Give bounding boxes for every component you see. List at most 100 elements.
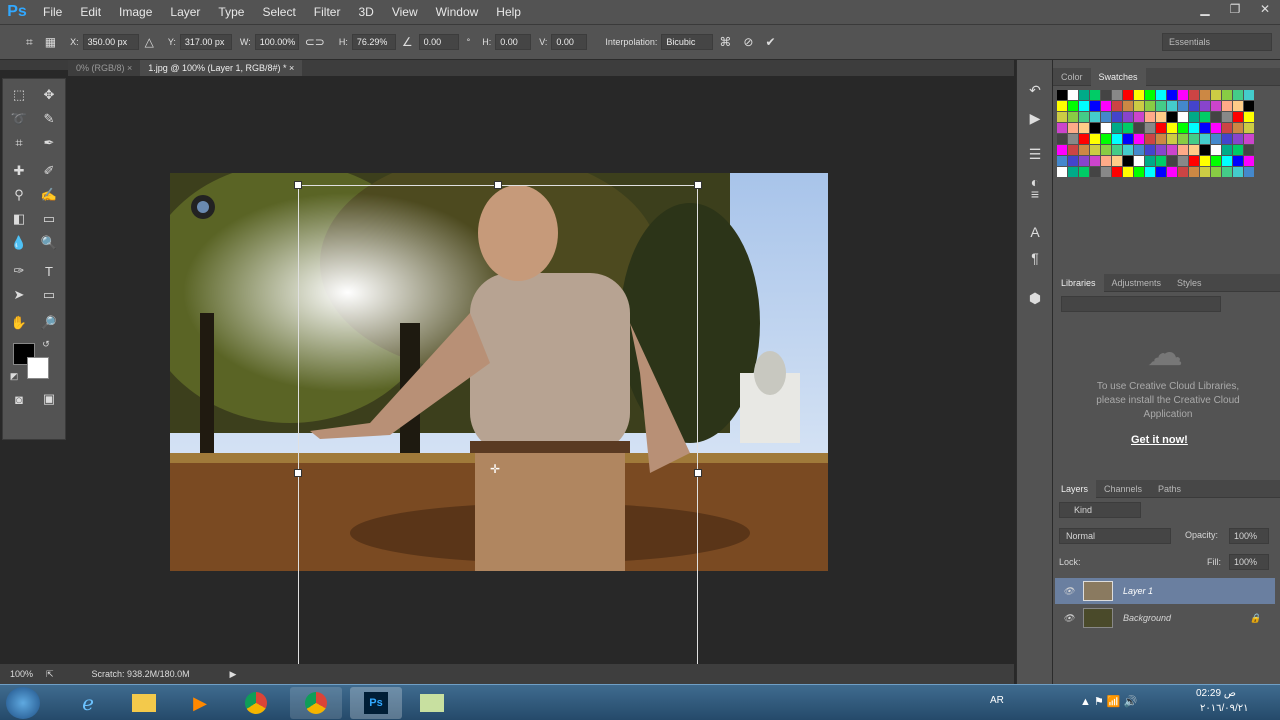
pen-tool-icon[interactable]: ✑ [8,261,30,281]
swatch[interactable] [1090,90,1100,100]
delta-icon[interactable]: △ [145,35,154,49]
swap-colors-icon[interactable]: ↺ [39,337,53,351]
eyedropper-tool-icon[interactable]: ✒ [38,133,60,153]
swatch[interactable] [1244,167,1254,177]
tray-icons[interactable]: ▲ ⚑ 📶 🔊 [1080,695,1137,708]
swatch[interactable] [1200,101,1210,111]
swatch[interactable] [1211,101,1221,111]
tab-channels[interactable]: Channels [1096,480,1150,498]
swatch[interactable] [1189,123,1199,133]
path-select-tool-icon[interactable]: ➤ [8,285,30,305]
swatch[interactable] [1090,134,1100,144]
swatch[interactable] [1200,112,1210,122]
swatch[interactable] [1222,145,1232,155]
swatch[interactable] [1178,134,1188,144]
swatch[interactable] [1233,134,1243,144]
visibility-eye-icon[interactable]: 👁 [1063,586,1083,597]
swatch[interactable] [1123,145,1133,155]
swatch[interactable] [1090,156,1100,166]
gradient-tool-icon[interactable]: ▭ [38,209,60,229]
explorer-icon[interactable] [118,687,170,719]
swatch[interactable] [1057,112,1067,122]
menu-3d[interactable]: 3D [349,0,382,24]
tab-layers[interactable]: Layers [1053,479,1097,498]
blend-mode-select[interactable]: Normal [1059,528,1171,544]
swatch[interactable] [1233,167,1243,177]
history-brush-tool-icon[interactable]: ✍ [38,185,60,205]
swatch[interactable] [1079,112,1089,122]
swatch[interactable] [1101,123,1111,133]
swatch[interactable] [1101,167,1111,177]
swatch[interactable] [1057,90,1067,100]
swatch[interactable] [1101,134,1111,144]
restore-button[interactable]: ❐ [1220,0,1250,18]
swatch[interactable] [1134,145,1144,155]
swatch[interactable] [1145,101,1155,111]
transform-bounding-box[interactable] [298,185,698,664]
transform-handle[interactable] [294,181,302,189]
tab-styles[interactable]: Styles [1169,274,1210,292]
swatch[interactable] [1090,145,1100,155]
swatch[interactable] [1233,123,1243,133]
swatch[interactable] [1101,112,1111,122]
fill-field[interactable]: 100% [1229,554,1269,570]
move-tool-icon[interactable]: ✥ [38,85,60,105]
eraser-tool-icon[interactable]: ◧ [8,209,30,229]
tab-swatches[interactable]: Swatches [1090,67,1146,86]
swatch[interactable] [1178,101,1188,111]
swatch[interactable] [1200,134,1210,144]
swatch[interactable] [1112,145,1122,155]
swatch[interactable] [1178,145,1188,155]
swatch[interactable] [1145,112,1155,122]
swatch[interactable] [1178,123,1188,133]
swatch[interactable] [1057,134,1067,144]
clock-time[interactable]: 02:29 ص [1196,688,1236,699]
swatch[interactable] [1079,134,1089,144]
swatch[interactable] [1057,167,1067,177]
zoom-tool-icon[interactable]: 🔎 [38,313,60,333]
menu-layer[interactable]: Layer [161,0,209,24]
swatch[interactable] [1178,90,1188,100]
swatch[interactable] [1123,156,1133,166]
swatch[interactable] [1112,156,1122,166]
start-button[interactable] [6,687,40,719]
swatch[interactable] [1123,112,1133,122]
swatch[interactable] [1200,90,1210,100]
swatch[interactable] [1167,145,1177,155]
language-indicator[interactable]: AR [990,695,1004,706]
close-button[interactable]: ✕ [1250,0,1280,18]
swatch[interactable] [1167,134,1177,144]
menu-edit[interactable]: Edit [71,0,110,24]
swatch[interactable] [1222,134,1232,144]
swatch[interactable] [1211,123,1221,133]
swatch[interactable] [1156,134,1166,144]
y-field[interactable]: 317.00 px [179,34,232,50]
swatch[interactable] [1244,145,1254,155]
angle-field[interactable]: 0.00 [418,34,459,50]
menu-view[interactable]: View [383,0,427,24]
swatch[interactable] [1068,156,1078,166]
swatch[interactable] [1134,167,1144,177]
swatch[interactable] [1090,123,1100,133]
marquee-tool-icon[interactable]: ⬚ [8,85,30,105]
swatch[interactable] [1178,167,1188,177]
swatch[interactable] [1222,167,1232,177]
tab-document-2[interactable]: 1.jpg @ 100% (Layer 1, RGB/8#) * × [140,60,303,76]
commit-transform-icon[interactable]: ✔ [765,35,775,49]
blur-tool-icon[interactable]: 💧 [8,233,30,253]
lasso-tool-icon[interactable]: ➰ [8,109,30,129]
swatch[interactable] [1057,101,1067,111]
x-field[interactable]: 350.00 px [82,34,139,50]
swatch[interactable] [1244,134,1254,144]
swatch[interactable] [1167,112,1177,122]
healing-tool-icon[interactable]: ✚ [8,161,30,181]
notepad-icon[interactable] [406,687,458,719]
interpolation-select[interactable]: Bicubic [661,34,714,50]
swatch[interactable] [1211,145,1221,155]
swatch[interactable] [1112,134,1122,144]
swatch[interactable] [1211,134,1221,144]
swatch[interactable] [1233,90,1243,100]
swatch[interactable] [1211,90,1221,100]
swatch[interactable] [1112,112,1122,122]
swatch[interactable] [1156,156,1166,166]
